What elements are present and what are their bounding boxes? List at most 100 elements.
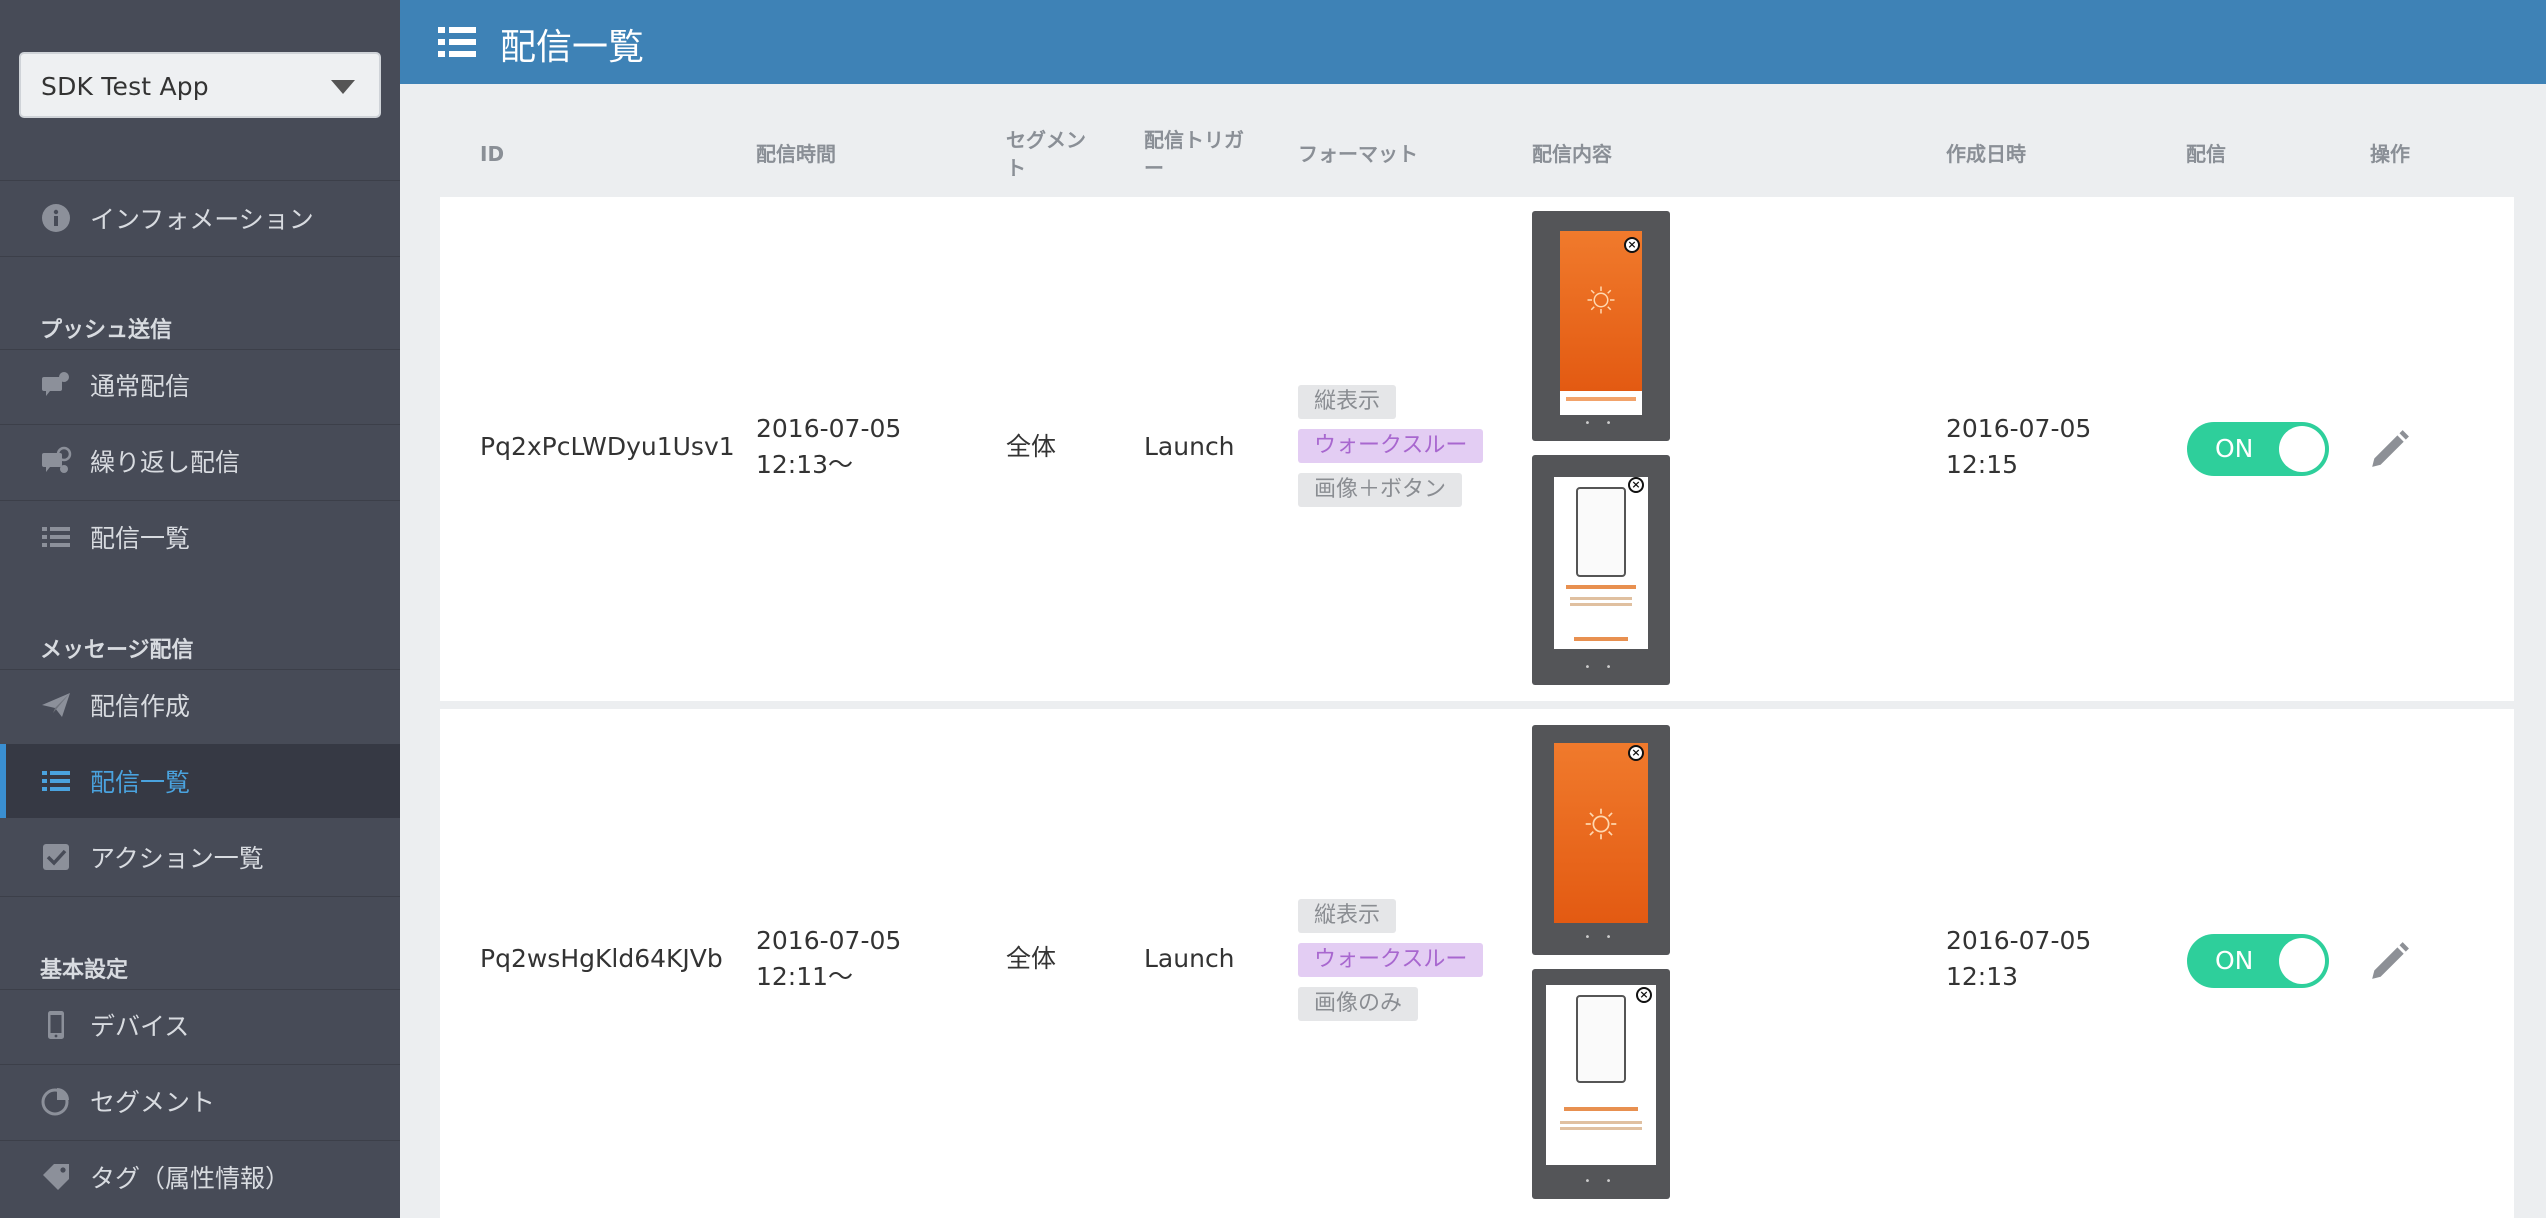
page-header: 配信一覧 <box>400 0 2546 84</box>
sidebar-item-push-repeat[interactable]: 繰り返し配信 <box>0 424 400 498</box>
sidebar-item-information[interactable]: インフォメーション <box>0 181 400 255</box>
divider <box>0 256 400 257</box>
column-header-trigger-line2: ー <box>1144 156 1164 180</box>
thumbnail-button <box>1566 397 1636 401</box>
sidebar-item-label: 配信一覧 <box>90 524 191 553</box>
content-thumbnail[interactable]: × • • <box>1532 725 1670 955</box>
thumbnail-image <box>1554 743 1648 923</box>
sidebar-item-label: デバイス <box>90 1012 190 1041</box>
column-header-created: 作成日時 <box>1946 142 2026 166</box>
sidebar-item-message-list[interactable]: 配信一覧 <box>0 744 400 818</box>
pager-dots: • • <box>1584 1176 1618 1187</box>
tag-icon <box>40 1161 72 1193</box>
format-tag: 縦表示 <box>1298 385 1397 419</box>
repeat-chat-icon <box>40 445 72 477</box>
sun-icon <box>1585 808 1617 840</box>
format-tag: 画像のみ <box>1298 987 1419 1021</box>
sidebar-item-message-create[interactable]: 配信作成 <box>0 668 400 742</box>
section-heading-basic: 基本設定 <box>40 958 129 983</box>
cell-created: 2016-07-05 12:15 <box>1946 411 2091 483</box>
column-header-time: 配信時間 <box>756 142 836 166</box>
info-circle-icon <box>40 202 72 234</box>
cell-created-date: 2016-07-05 <box>1946 414 2092 443</box>
cell-id: Pq2wsHgKld64KJVb <box>480 944 723 973</box>
cell-created-clock: 12:15 <box>1946 450 2019 479</box>
sidebar: SDK Test App インフォメーション プッシュ送信 通常配信 繰り返し配… <box>0 0 400 1218</box>
cell-created-date: 2016-07-05 <box>1946 926 2092 955</box>
format-tag: 縦表示 <box>1298 899 1397 933</box>
thumbnail-button <box>1574 637 1628 641</box>
delivery-toggle[interactable]: ON <box>2187 422 2329 476</box>
column-header-segment: セグメン ト <box>1006 126 1086 182</box>
sidebar-item-push-list[interactable]: 配信一覧 <box>0 500 400 574</box>
cell-trigger: Launch <box>1144 944 1235 973</box>
sidebar-item-label: 配信作成 <box>90 692 191 721</box>
sidebar-item-label: タグ（属性情報） <box>90 1164 291 1193</box>
toggle-label: ON <box>2215 946 2254 975</box>
sidebar-item-segments[interactable]: セグメント <box>0 1064 400 1138</box>
close-icon: × <box>1636 987 1652 1003</box>
table-row: Pq2xPcLWDyu1Usv1 2016-07-05 12:13〜 全体 La… <box>440 197 2514 701</box>
sidebar-item-push-normal[interactable]: 通常配信 <box>0 348 400 422</box>
column-header-trigger-line1: 配信トリガ <box>1144 128 1244 152</box>
cell-time: 2016-07-05 12:11〜 <box>756 923 901 995</box>
table-row: Pq2wsHgKld64KJVb 2016-07-05 12:11〜 全体 La… <box>440 709 2514 1218</box>
app-select-dropdown[interactable]: SDK Test App <box>19 52 381 118</box>
app-select-label: SDK Test App <box>41 72 209 101</box>
sidebar-item-tags[interactable]: タグ（属性情報） <box>0 1140 400 1214</box>
column-header-id: ID <box>480 142 505 166</box>
page-title: 配信一覧 <box>500 27 645 68</box>
section-heading-push: プッシュ送信 <box>40 318 173 343</box>
sun-icon <box>1587 286 1615 314</box>
cell-created-clock: 12:13 <box>1946 962 2019 991</box>
content-thumbnail[interactable]: × • • <box>1532 455 1670 685</box>
delivery-toggle[interactable]: ON <box>2187 934 2329 988</box>
sidebar-item-devices[interactable]: デバイス <box>0 988 400 1062</box>
cell-id: Pq2xPcLWDyu1Usv1 <box>480 432 735 461</box>
pencil-icon[interactable] <box>2368 939 2410 981</box>
format-tag: ウォークスルー <box>1298 943 1484 977</box>
column-header-trigger: 配信トリガ ー <box>1144 126 1244 182</box>
cell-segment: 全体 <box>1006 944 1057 973</box>
format-tag: ウォークスルー <box>1298 429 1484 463</box>
toggle-knob <box>2279 426 2325 472</box>
thumbnail-text <box>1570 597 1632 600</box>
sidebar-item-message-actions[interactable]: アクション一覧 <box>0 820 400 894</box>
thumbnail-text <box>1560 1121 1642 1124</box>
column-header-ops: 操作 <box>2370 142 2410 166</box>
cell-time: 2016-07-05 12:13〜 <box>756 411 901 483</box>
content-thumbnail[interactable]: × • • <box>1532 211 1670 441</box>
pager-dots: • • <box>1584 418 1618 429</box>
close-icon: × <box>1628 745 1644 761</box>
content-thumbnail[interactable]: × • • <box>1532 969 1670 1199</box>
sidebar-item-label: アクション一覧 <box>90 844 264 873</box>
column-header-format: フォーマット <box>1298 142 1418 166</box>
thumbnail-screen <box>1546 985 1656 1165</box>
pager-dots: • • <box>1584 932 1618 943</box>
sidebar-item-label: 通常配信 <box>90 372 191 401</box>
cell-time-clock: 12:13〜 <box>756 450 854 479</box>
pencil-icon[interactable] <box>2368 427 2410 469</box>
list-icon <box>40 765 72 797</box>
cell-trigger: Launch <box>1144 432 1235 461</box>
thumbnail-text <box>1566 585 1636 589</box>
column-header-delivery: 配信 <box>2186 142 2226 166</box>
mobile-device-icon <box>40 1009 72 1041</box>
list-icon <box>438 27 476 57</box>
close-icon: × <box>1628 477 1644 493</box>
section-heading-message: メッセージ配信 <box>40 638 194 663</box>
pie-chart-icon <box>40 1085 72 1117</box>
pager-dots: • • <box>1584 662 1618 673</box>
cell-time-clock: 12:11〜 <box>756 962 854 991</box>
checkbox-icon <box>40 841 72 873</box>
toggle-label: ON <box>2215 434 2254 463</box>
column-header-segment-line2: ト <box>1006 156 1026 180</box>
cell-segment: 全体 <box>1006 432 1057 461</box>
list-icon <box>40 521 72 553</box>
close-icon: × <box>1624 237 1640 253</box>
chevron-down-icon <box>331 80 355 94</box>
sidebar-item-label: 繰り返し配信 <box>90 448 241 477</box>
thumbnail-text <box>1560 1127 1642 1130</box>
cell-time-date: 2016-07-05 <box>756 414 902 443</box>
thumbnail-screen <box>1554 477 1648 649</box>
